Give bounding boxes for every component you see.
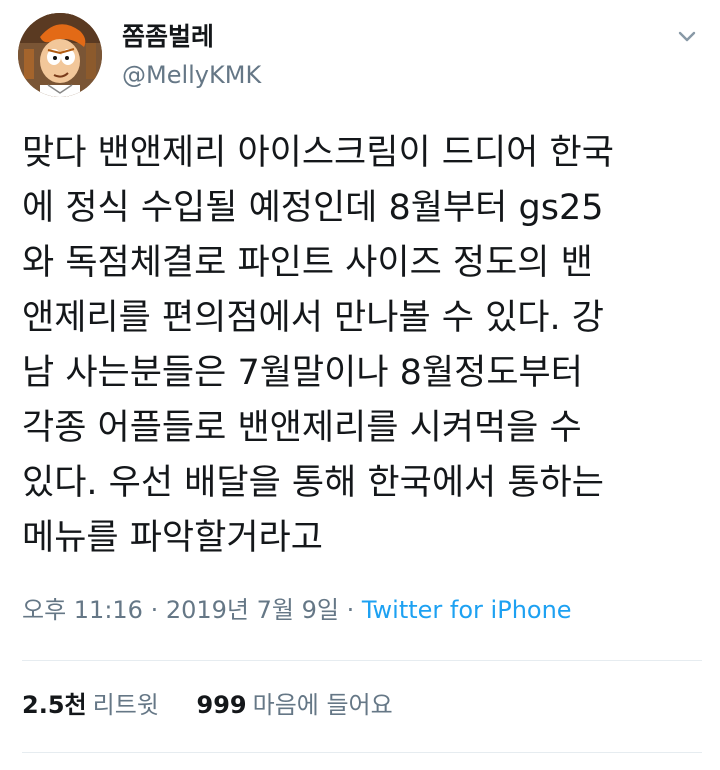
divider <box>22 752 702 753</box>
tweet-line: 와 독점체결로 파인트 사이즈 정도의 밴 <box>22 243 593 283</box>
like-label: 마음에 들어요 <box>252 691 393 719</box>
engagement-stats: 2.5천 리트윗 999 마음에 들어요 <box>22 688 393 722</box>
meta-separator: · <box>142 596 166 624</box>
author-handle[interactable]: @MellyKMK <box>122 60 261 90</box>
tweet-time[interactable]: 오후 11:16 <box>22 596 143 624</box>
likes-stat[interactable]: 999 마음에 들어요 <box>197 688 393 722</box>
tweet-text: 맞다 밴앤제리 아이스크림이 드디어 한국에 정식 수입될 예정인데 8월부터 … <box>22 126 706 566</box>
retweet-count: 2.5천 <box>22 691 87 719</box>
chevron-down-icon[interactable] <box>672 22 702 52</box>
tweet-line: 메뉴를 파악할거라고 <box>22 518 323 558</box>
tweet-line: 에 정식 수입될 예정인데 8월부터 gs25 <box>22 188 604 228</box>
tweet-metadata: 오후 11:16 · 2019년 7월 9일 · Twitter for iPh… <box>22 593 572 627</box>
avatar[interactable] <box>18 13 102 97</box>
tweet-line: 각종 어플들로 밴앤제리를 시켜먹을 수 <box>22 408 582 448</box>
tweet-source-link[interactable]: Twitter for iPhone <box>362 596 572 624</box>
divider <box>22 660 702 661</box>
tweet-line: 맞다 밴앤제리 아이스크림이 드디어 한국 <box>22 133 614 173</box>
meta-separator: · <box>338 596 362 624</box>
like-count: 999 <box>196 691 247 719</box>
tweet-date[interactable]: 2019년 7월 9일 <box>166 596 339 624</box>
tweet-line: 앤제리를 편의점에서 만나볼 수 있다. 강 <box>22 298 604 338</box>
tweet-header: 쫌좀벌레 @MellyKMK <box>0 0 720 110</box>
author-display-name[interactable]: 쫌좀벌레 <box>122 22 214 52</box>
tweet-line: 남 사는분들은 7월말이나 8월정도부터 <box>22 353 583 393</box>
tweet-line: 있다. 우선 배달을 통해 한국에서 통하는 <box>22 463 604 503</box>
retweets-stat[interactable]: 2.5천 리트윗 <box>22 688 159 722</box>
retweet-label: 리트윗 <box>92 691 159 719</box>
